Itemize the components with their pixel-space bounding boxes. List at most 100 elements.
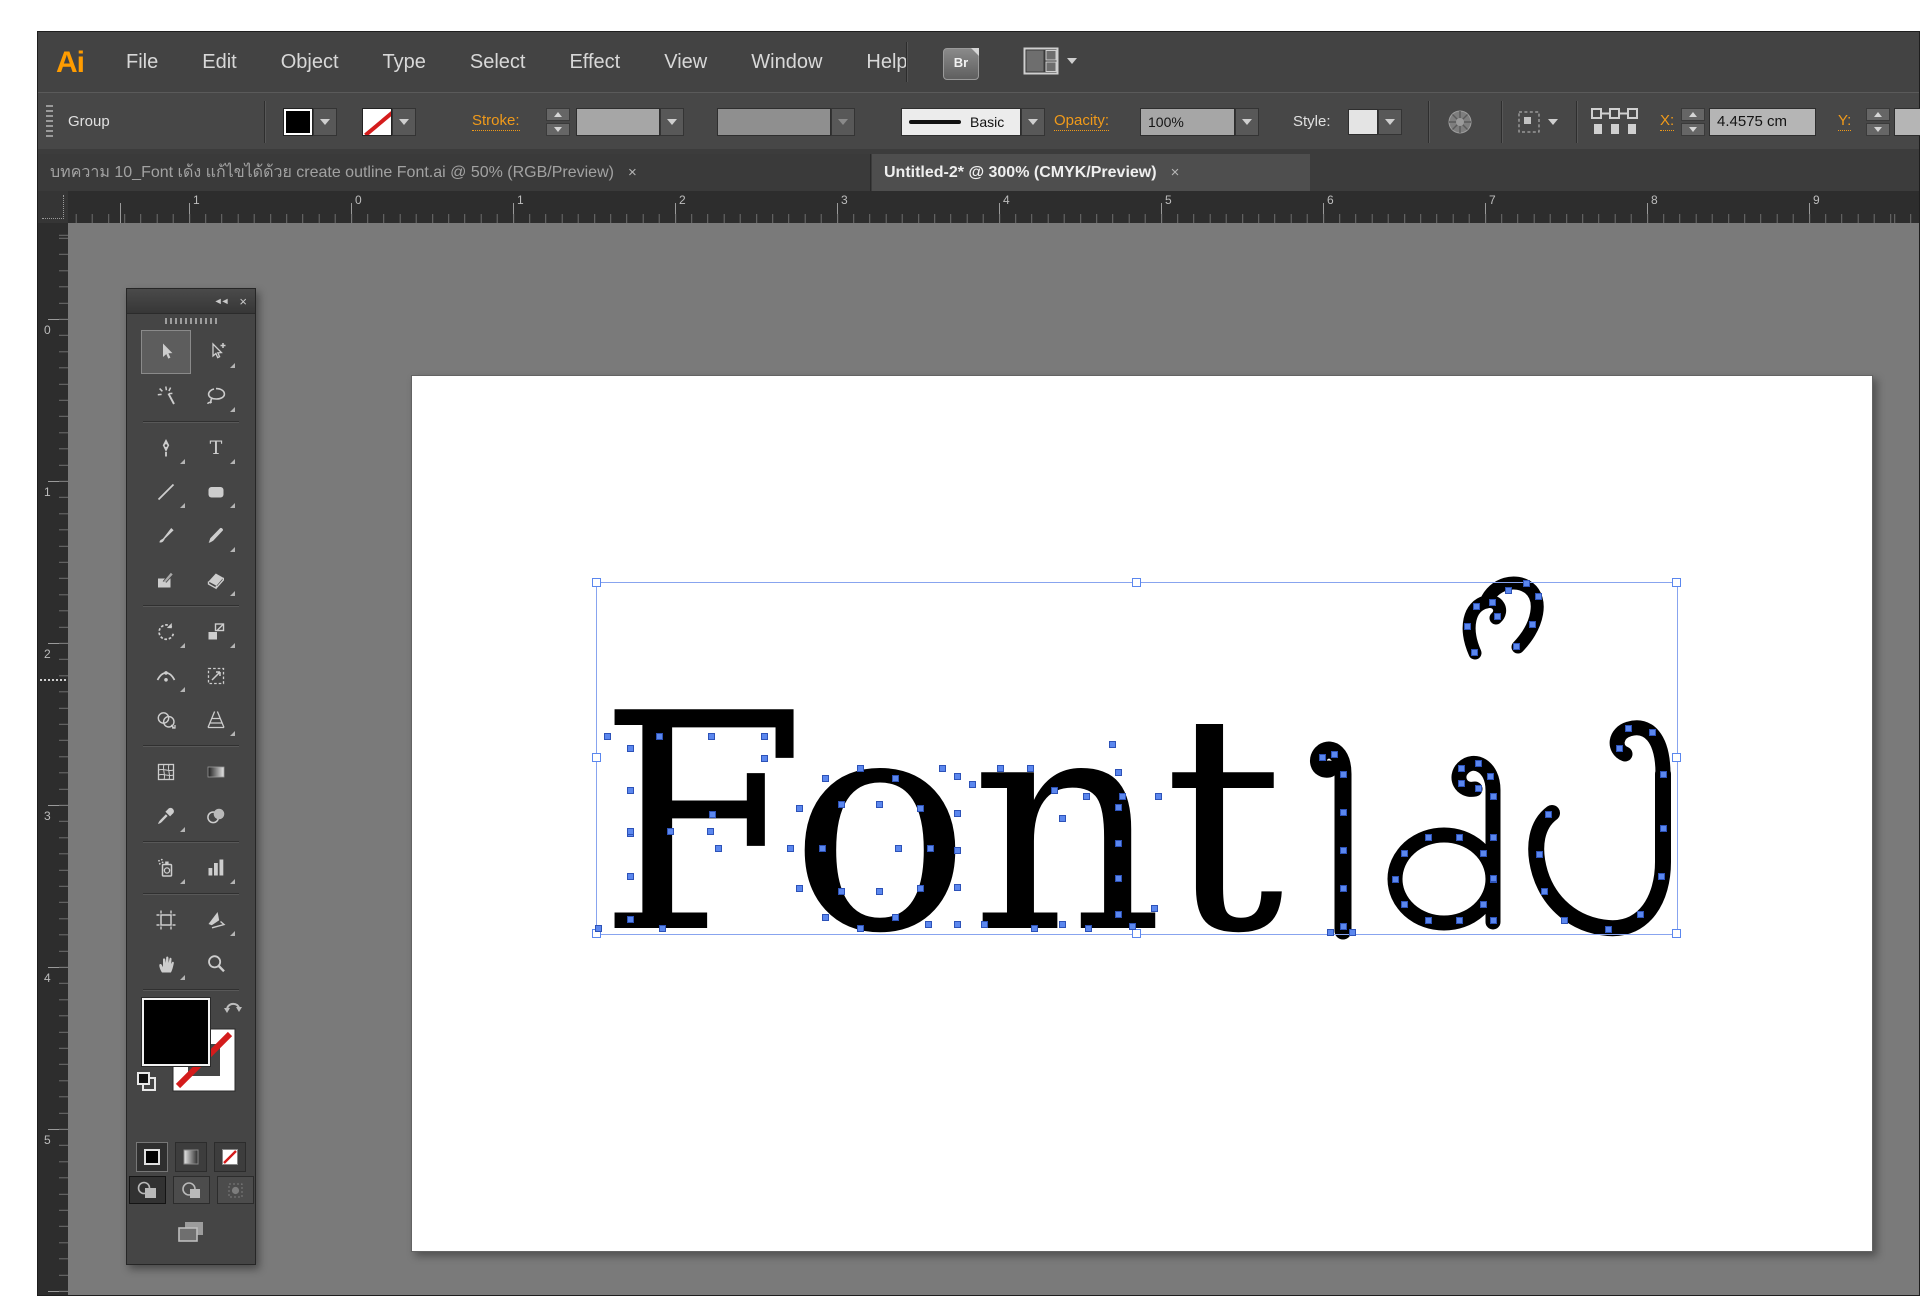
tool-eyedropper[interactable] <box>141 794 191 838</box>
menu-edit[interactable]: Edit <box>202 51 236 74</box>
draw-inside-button[interactable] <box>216 1176 254 1204</box>
anchor-point[interactable] <box>980 920 988 928</box>
tool-hand[interactable] <box>141 942 191 986</box>
draw-behind-button[interactable] <box>172 1176 210 1204</box>
anchor-point[interactable] <box>1488 598 1496 606</box>
anchor-point[interactable] <box>1425 833 1433 841</box>
step-up-button[interactable] <box>1681 107 1705 121</box>
tool-free-transform[interactable] <box>191 654 241 698</box>
y-coordinate-field[interactable] <box>1894 107 1920 136</box>
anchor-point[interactable] <box>953 809 961 817</box>
bridge-button[interactable]: Br <box>943 48 979 80</box>
step-down-button[interactable] <box>1866 122 1890 136</box>
align-options-button[interactable] <box>1590 93 1640 150</box>
collapse-panel-icon[interactable]: ◄◄ <box>214 296 230 306</box>
y-coordinate-label[interactable]: Y: <box>1838 112 1852 131</box>
anchor-point[interactable] <box>875 887 883 895</box>
tool-pencil[interactable] <box>191 514 241 558</box>
anchor-point[interactable] <box>953 846 961 854</box>
anchor-point[interactable] <box>1648 728 1656 736</box>
anchor-point[interactable] <box>708 810 716 818</box>
anchor-point[interactable] <box>760 732 768 740</box>
tools-panel[interactable]: ◄◄ × T <box>126 288 256 1265</box>
menu-help[interactable]: Help <box>866 51 907 74</box>
artboard[interactable]: Font <box>411 375 1873 1252</box>
anchor-point[interactable] <box>953 883 961 891</box>
width-profile-dropdown[interactable] <box>831 107 855 136</box>
panel-grip[interactable] <box>127 314 255 328</box>
anchor-point[interactable] <box>655 732 663 740</box>
document-tab-active[interactable]: Untitled-2* @ 300% (CMYK/Preview) × <box>872 154 1310 191</box>
anchor-point[interactable] <box>1489 833 1497 841</box>
tool-shape-builder[interactable] <box>141 698 191 742</box>
tool-zoom[interactable] <box>191 942 241 986</box>
anchor-point[interactable] <box>1114 839 1122 847</box>
tool-magic-wand[interactable] <box>141 374 191 418</box>
close-icon[interactable]: × <box>1171 164 1180 181</box>
anchor-point[interactable] <box>1082 792 1090 800</box>
anchor-point[interactable] <box>1400 849 1408 857</box>
menu-select[interactable]: Select <box>470 51 526 74</box>
brush-dropdown[interactable] <box>1021 107 1045 136</box>
anchor-point[interactable] <box>1489 792 1497 800</box>
anchor-point[interactable] <box>818 844 826 852</box>
anchor-point[interactable] <box>1339 884 1347 892</box>
recolor-artwork-button[interactable] <box>1446 93 1474 150</box>
anchor-point[interactable] <box>714 844 722 852</box>
anchor-point[interactable] <box>1470 648 1478 656</box>
anchor-point[interactable] <box>1114 910 1122 918</box>
horizontal-ruler[interactable]: 1 0 1 2 3 4 5 6 7 8 9 <box>68 191 1919 224</box>
tool-perspective-grid[interactable] <box>191 698 241 742</box>
stroke-weight-dropdown[interactable] <box>660 107 684 136</box>
canvas-area[interactable]: Font ◄◄ × T <box>68 223 1919 1295</box>
anchor-point[interactable] <box>1615 744 1623 752</box>
anchor-point[interactable] <box>666 827 674 835</box>
controlbar-grip[interactable] <box>46 104 53 139</box>
anchor-point[interactable] <box>1486 772 1494 780</box>
fill-dropdown-button[interactable] <box>313 107 337 136</box>
opacity-combo[interactable]: 100% <box>1140 93 1259 150</box>
anchor-point[interactable] <box>594 924 602 932</box>
anchor-point[interactable] <box>1489 916 1497 924</box>
anchor-point[interactable] <box>1455 833 1463 841</box>
close-icon[interactable]: × <box>628 164 637 181</box>
anchor-point[interactable] <box>1457 780 1465 788</box>
anchor-point[interactable] <box>626 744 634 752</box>
tool-rectangle[interactable] <box>191 470 241 514</box>
tool-selection[interactable] <box>141 330 191 374</box>
anchor-point[interactable] <box>1512 642 1520 650</box>
anchor-point[interactable] <box>1318 753 1326 761</box>
anchor-point[interactable] <box>1604 925 1612 933</box>
tool-artboard[interactable] <box>141 898 191 942</box>
anchor-point[interactable] <box>1339 922 1347 930</box>
none-button[interactable] <box>214 1142 246 1172</box>
stroke-weight-stepper[interactable] <box>546 93 570 150</box>
width-profile-field[interactable] <box>717 107 831 136</box>
anchor-point[interactable] <box>1114 804 1122 811</box>
tools-panel-header[interactable]: ◄◄ × <box>127 289 255 314</box>
step-up-button[interactable] <box>546 107 570 121</box>
tool-line-segment[interactable] <box>141 470 191 514</box>
x-coordinate-combo[interactable]: 4.4575 cm <box>1709 93 1816 150</box>
anchor-point[interactable] <box>1463 622 1471 630</box>
swap-fill-stroke-icon[interactable] <box>223 996 245 1021</box>
anchor-point[interactable] <box>1504 586 1512 594</box>
stroke-color-button[interactable] <box>362 93 416 150</box>
anchor-point[interactable] <box>1657 872 1665 880</box>
anchor-point[interactable] <box>837 801 845 809</box>
anchor-point[interactable] <box>1472 602 1480 610</box>
color-button[interactable] <box>136 1142 168 1172</box>
anchor-point[interactable] <box>1150 904 1158 912</box>
draw-normal-button[interactable] <box>128 1176 166 1204</box>
anchor-point[interactable] <box>1050 786 1058 794</box>
anchor-point[interactable] <box>1528 620 1536 628</box>
x-stepper[interactable] <box>1681 93 1705 150</box>
anchor-point[interactable] <box>658 924 666 932</box>
anchor-point[interactable] <box>1659 824 1667 832</box>
anchor-point[interactable] <box>1475 760 1483 768</box>
tool-width[interactable] <box>141 654 191 698</box>
anchor-point[interactable] <box>1400 901 1408 909</box>
anchor-point[interactable] <box>786 844 794 852</box>
anchor-point[interactable] <box>1348 928 1356 936</box>
anchor-point[interactable] <box>875 801 883 809</box>
